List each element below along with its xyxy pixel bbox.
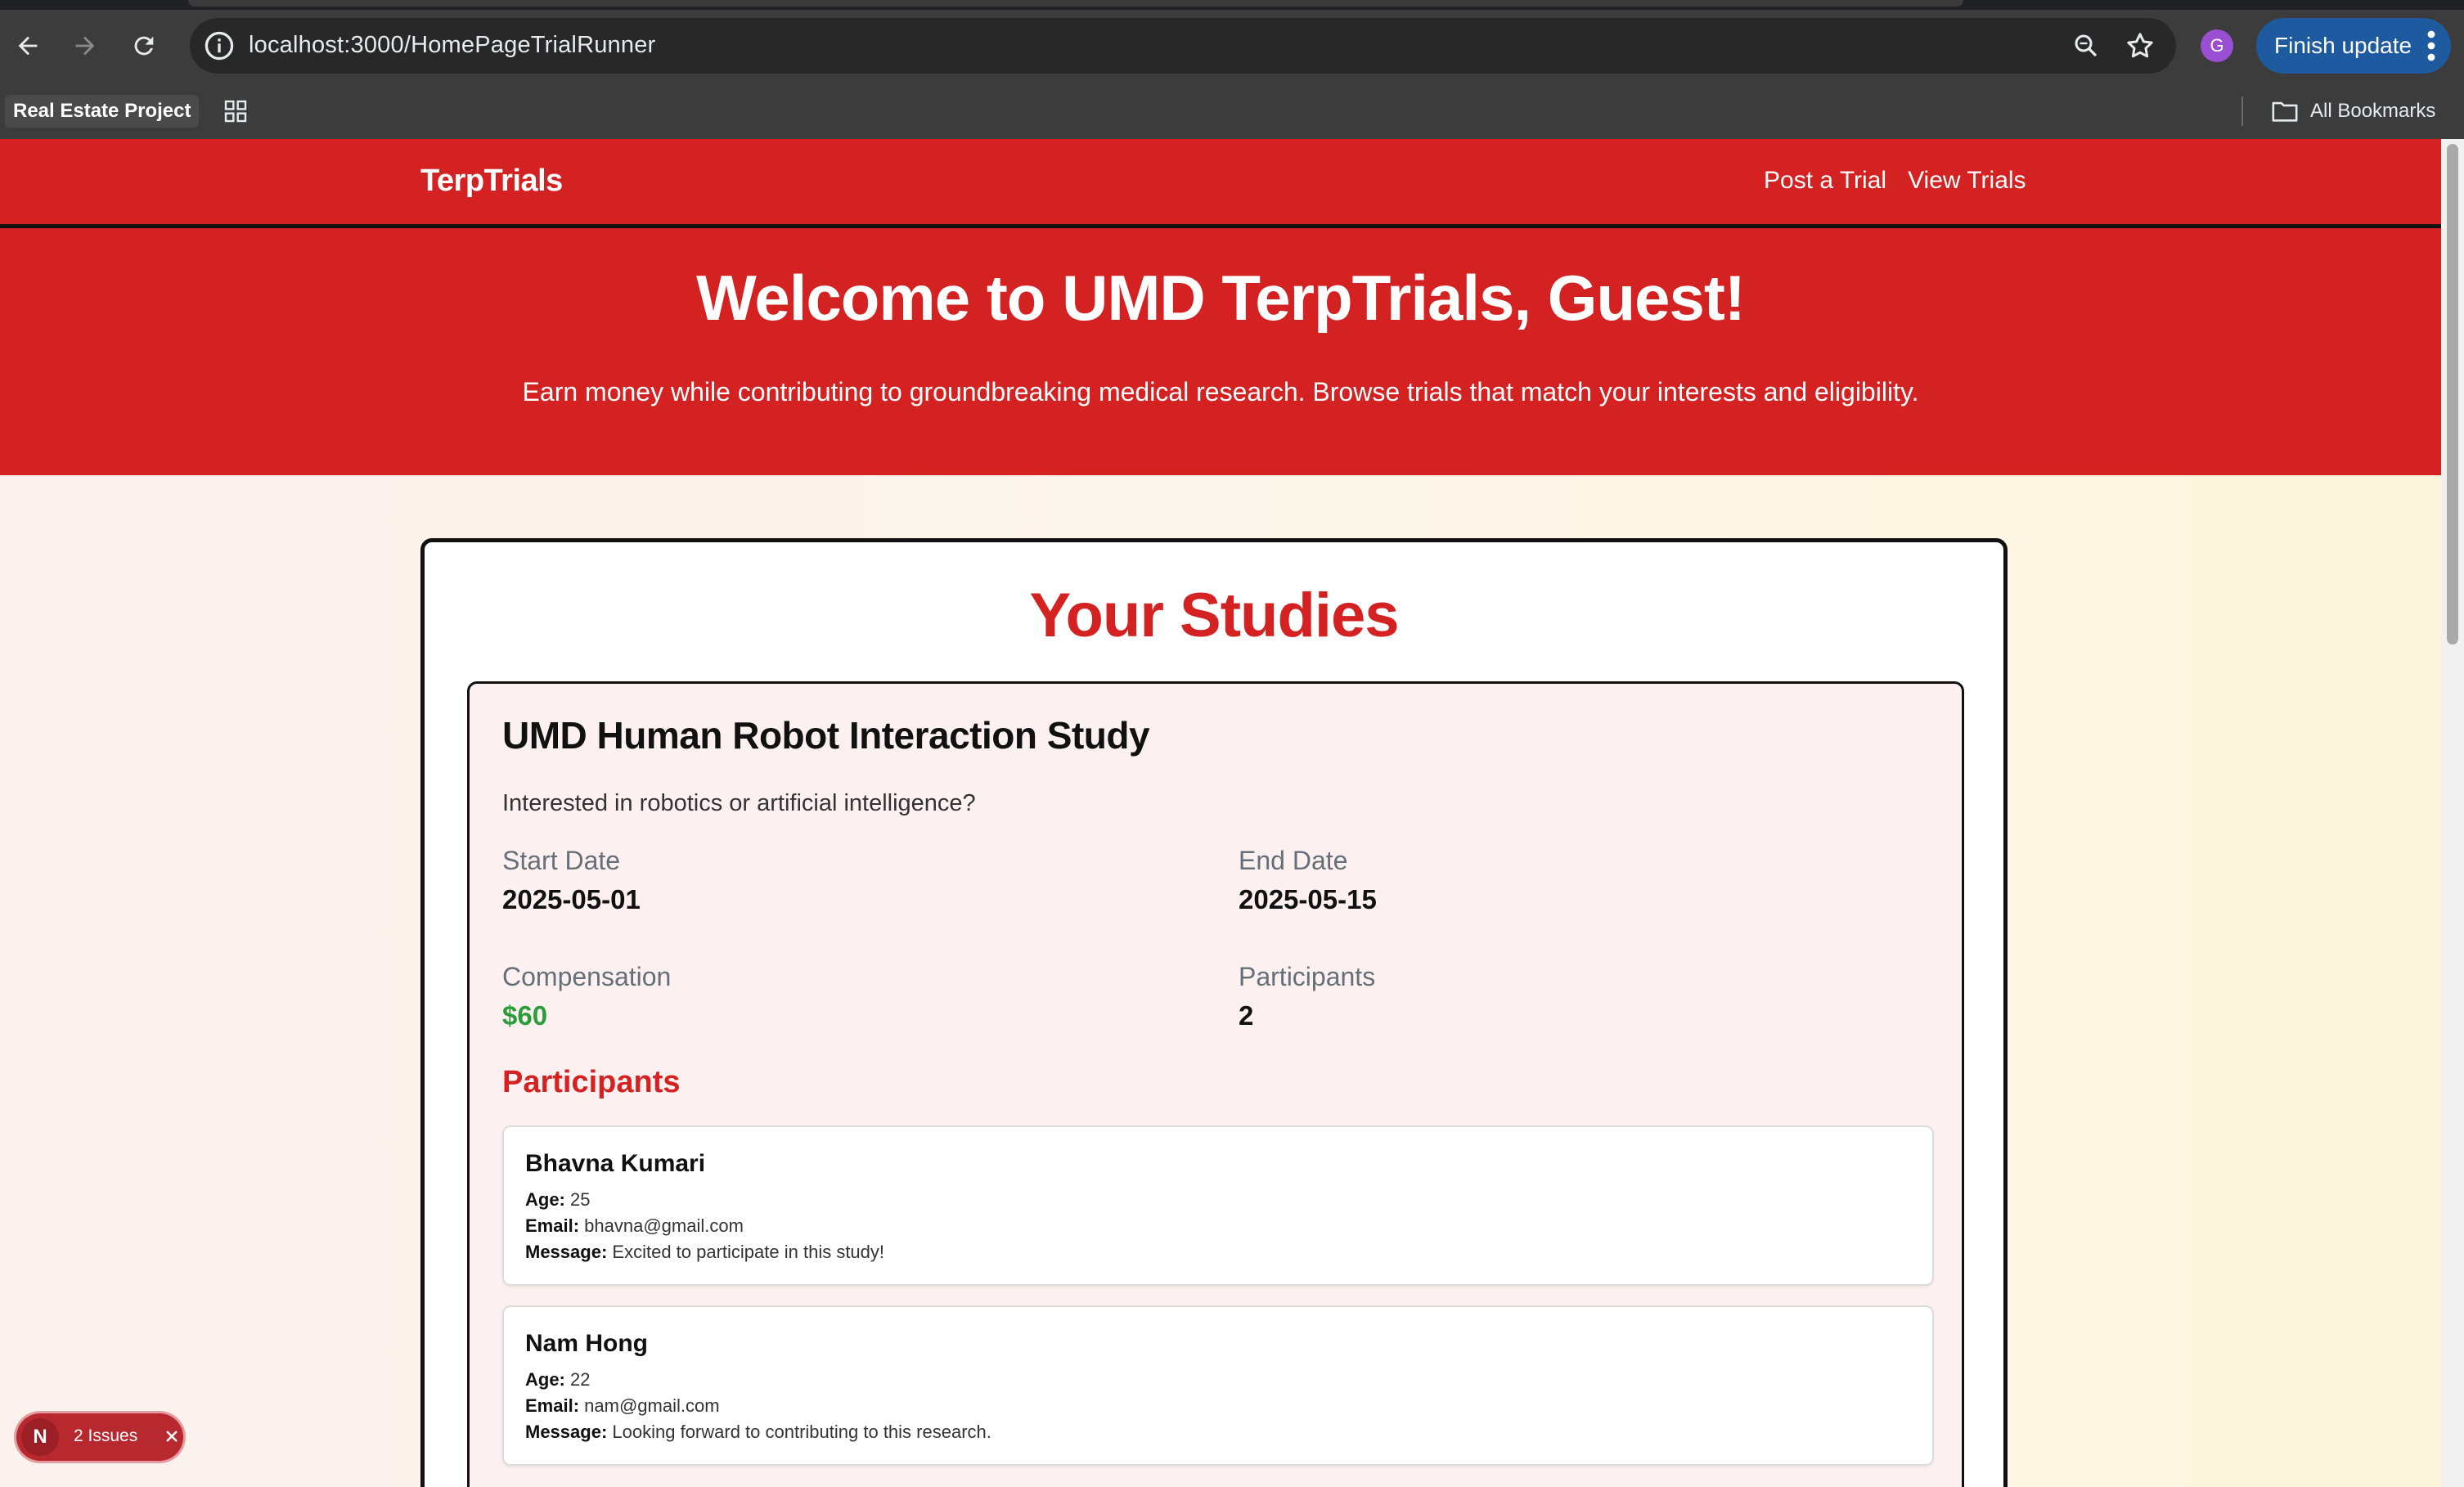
participant-age: Age: 22 [525,1369,591,1390]
bookmark-real-estate-project[interactable]: Real Estate Project [5,95,200,128]
site-info-icon[interactable] [201,28,237,64]
finish-update-button[interactable]: Finish update [2256,18,2451,74]
start-date-value: 2025-05-01 [502,884,641,914]
all-bookmarks-label: All Bookmarks [2310,100,2436,122]
arrow-right-icon [75,36,95,56]
end-date-field: End Date 2025-05-15 [1239,846,1377,915]
compensation-field: Compensation $60 [502,962,671,1031]
nav-post-trial[interactable]: Post a Trial [1764,167,1886,195]
brand-logo[interactable]: TerpTrials [420,164,563,199]
back-button[interactable] [5,23,51,69]
forward-button[interactable] [62,23,108,69]
age-value: 25 [570,1189,591,1210]
participants-count-value: 2 [1239,1000,1254,1031]
age-label: Age: [525,1189,565,1210]
your-studies-card: Your Studies UMD Human Robot Interaction… [420,538,2008,1487]
more-vert-icon[interactable] [2426,29,2436,62]
hero-subtitle: Earn money while contributing to groundb… [522,377,1919,407]
compensation-label: Compensation [502,962,672,991]
participants-heading: Participants [502,1065,681,1099]
site-navbar: TerpTrials Post a Trial View Trials [0,139,2441,228]
email-label: Email: [525,1215,580,1236]
dev-issues-badge[interactable]: N 2 Issues [16,1413,183,1461]
reload-button[interactable] [121,23,167,69]
profile-avatar[interactable]: G [2201,29,2233,62]
studies-heading: Your Studies [1029,581,1399,650]
bookmark-star-icon[interactable] [2124,29,2156,62]
folder-icon [2272,101,2298,122]
bookmark-separator [2241,97,2243,126]
close-icon[interactable] [162,1426,182,1446]
participant-name: Bhavna Kumari [525,1150,706,1177]
participant-email: Email: bhavna@gmail.com [525,1215,744,1237]
participant-email: Email: nam@gmail.com [525,1395,720,1417]
message-value: Excited to participate in this study! [612,1242,885,1262]
address-bar[interactable]: localhost:3000/HomePageTrialRunner [190,18,2176,74]
issues-count[interactable]: 2 Issues [74,1426,137,1446]
scrollbar-thumb[interactable] [2447,144,2458,645]
study-title: UMD Human Robot Interaction Study [502,714,1150,757]
participants-count-label: Participants [1239,962,1376,991]
page-scrollbar[interactable] [2441,139,2464,1487]
message-label: Message: [525,1242,608,1262]
page-viewport: TerpTrials Post a Trial View Trials Welc… [0,139,2441,1487]
participant-card: Bhavna Kumari Age: 25 Email: bhavna@gmai… [502,1125,1934,1286]
study-card: UMD Human Robot Interaction Study Intere… [467,681,1964,1487]
reload-icon [134,36,154,56]
end-date-value: 2025-05-15 [1239,884,1377,914]
participant-age: Age: 25 [525,1189,591,1211]
message-label: Message: [525,1422,608,1442]
message-value: Looking forward to contributing to this … [612,1422,991,1442]
email-value: nam@gmail.com [584,1395,720,1416]
zoom-icon[interactable] [2071,31,2101,61]
age-value: 22 [570,1369,591,1390]
all-bookmarks-button[interactable]: All Bookmarks [2271,97,2435,126]
finish-update-label: Finish update [2274,33,2412,58]
participants-count-field: Participants 2 [1239,962,1375,1031]
start-date-label: Start Date [502,846,621,875]
nav-links: Post a Trial View Trials [1764,167,2026,195]
email-label: Email: [525,1395,580,1416]
nav-view-trials[interactable]: View Trials [1908,167,2026,195]
participant-card: Nam Hong Age: 22 Email: nam@gmail.com Me… [502,1305,1934,1466]
tab-strip [0,0,2464,10]
participant-name: Nam Hong [525,1330,648,1357]
browser-chrome: localhost:3000/HomePageTrialRunner G Fin… [0,0,2464,139]
apps-grid-icon[interactable] [223,98,249,124]
end-date-label: End Date [1239,846,1348,875]
compensation-value: $60 [502,1000,548,1031]
email-value: bhavna@gmail.com [584,1215,744,1236]
age-label: Age: [525,1369,565,1390]
nextjs-logo-icon: N [21,1418,59,1456]
participant-message: Message: Looking forward to contributing… [525,1422,991,1443]
arrow-left-icon [18,36,38,56]
study-description: Interested in robotics or artificial int… [502,790,976,816]
hero-title: Welcome to UMD TerpTrials, Guest! [696,262,1746,334]
hero-banner: Welcome to UMD TerpTrials, Guest! Earn m… [0,228,2441,475]
participant-message: Message: Excited to participate in this … [525,1242,884,1263]
start-date-field: Start Date 2025-05-01 [502,846,641,915]
url-text[interactable]: localhost:3000/HomePageTrialRunner [249,32,655,59]
active-tab[interactable] [188,0,1963,7]
